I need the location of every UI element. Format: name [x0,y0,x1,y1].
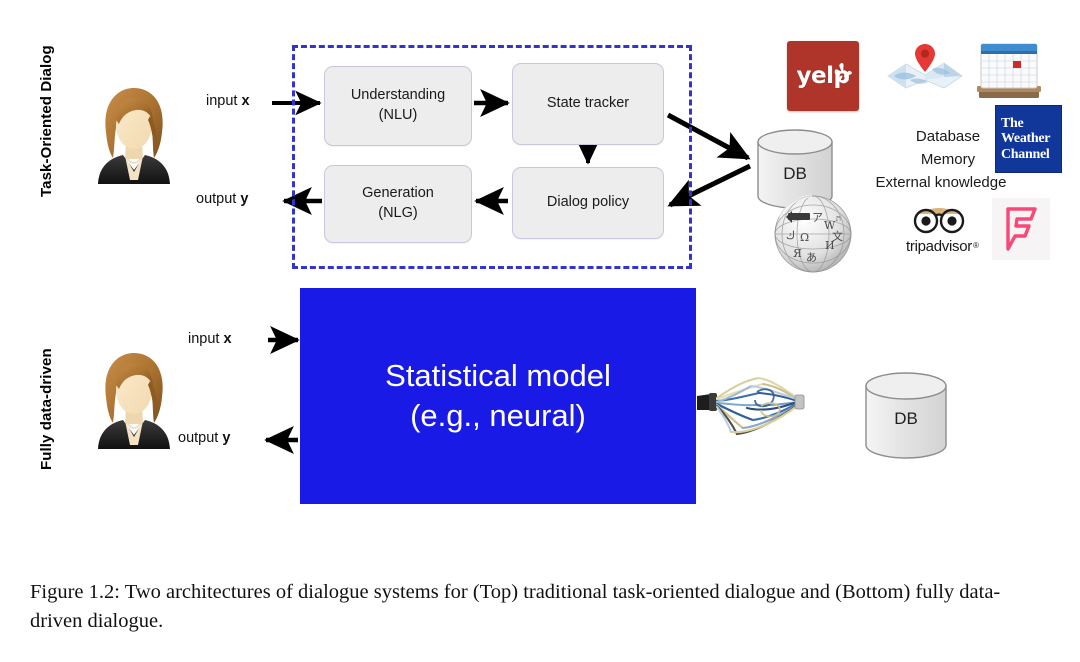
tripadvisor-registered-mark: ® [973,241,979,250]
weather-logo-line2: Weather [1001,131,1051,147]
cable-bundle-icon [697,376,805,436]
module-dialog-policy[interactable]: Dialog policy [512,167,664,239]
weather-logo-line1: The [1001,116,1024,132]
module-state-tracker[interactable]: State tracker [512,63,664,145]
statistical-model-line1: Statistical model [385,358,611,394]
input-label-bottom: input x [188,331,232,347]
figure-container: Task-Oriented Dialog Fully data-driven i… [0,0,1080,662]
row-label-fully-data-driven: Fully data-driven [38,348,55,470]
figure-caption: Figure 1.2: Two architectures of dialogu… [30,581,1001,633]
wikipedia-logo: Ω W И Я 文 あ ك ア ת [774,194,852,273]
maps-logo [887,44,963,89]
database-label-top: DB [783,164,807,183]
module-generation-nlg[interactable]: Generation (NLG) [324,165,472,243]
module-dialog-policy-line1: Dialog policy [546,194,630,211]
statistical-model-block[interactable]: Statistical model (e.g., neural) [300,288,696,504]
user-avatar-bottom [98,353,170,449]
module-understanding-nlu[interactable]: Understanding (NLU) [324,66,472,146]
input-label-top: input x [206,93,250,109]
svg-text:ת: ת [836,214,841,223]
knowledge-line-external: External knowledge [875,173,1007,191]
svg-text:Я: Я [793,247,802,260]
tripadvisor-logo-text: tripadvisor [906,238,972,255]
module-nlg-line2: (NLG) [378,205,418,221]
calendar-logo [977,43,1041,98]
svg-text:あ: あ [806,251,817,264]
svg-text:文: 文 [832,229,843,243]
statistical-model-line2: (e.g., neural) [410,398,586,433]
foursquare-logo [992,198,1050,260]
tripadvisor-logo: tripadvisor ® [896,205,982,261]
module-nlg-line1: Generation [362,185,434,202]
foursquare-flag-icon [1006,207,1037,251]
svg-text:Ω: Ω [800,231,809,244]
weather-channel-logo: The Weather Channel [995,105,1062,173]
svg-text:ア: ア [812,211,823,224]
yelp-burst-icon [834,63,852,82]
output-label-bottom: output y [178,430,231,446]
database-label-bottom: DB [894,409,918,428]
user-avatar-top [98,88,170,184]
svg-text:ك: ك [786,229,795,242]
module-state-tracker-line1: State tracker [546,95,630,112]
yelp-logo: yelp [787,41,859,111]
module-nlu-line2: (NLU) [378,107,418,123]
module-nlu-line1: Understanding [350,87,446,104]
database-cylinder-bottom: DB [862,371,950,461]
row-label-task-oriented: Task-Oriented Dialog [38,45,55,197]
output-label-top: output y [196,191,249,207]
tripadvisor-owl-icon [913,208,965,234]
weather-logo-line3: Channel [1001,146,1050,162]
